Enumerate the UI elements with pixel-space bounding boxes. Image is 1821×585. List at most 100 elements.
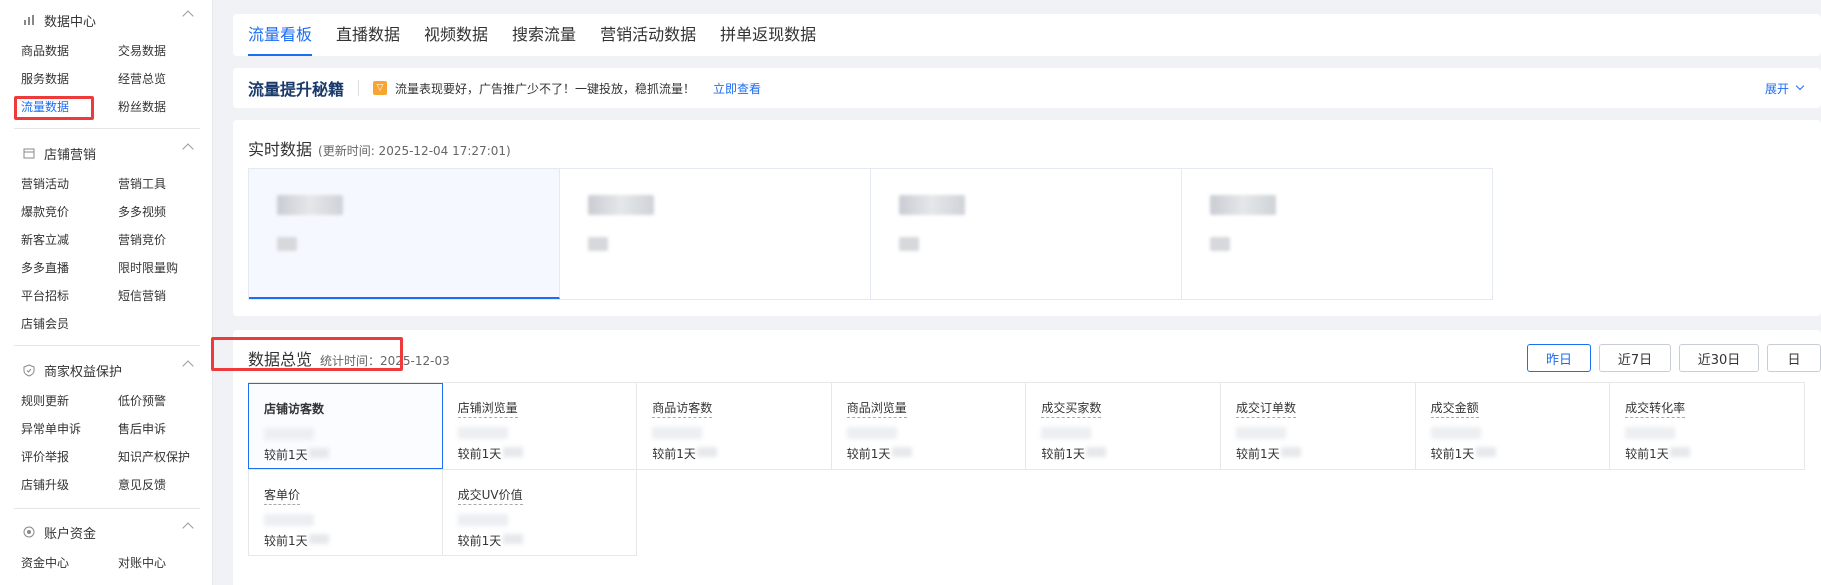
sidebar-item[interactable]: 新客立减: [21, 229, 118, 251]
sidebar-item-trade-data[interactable]: 交易数据: [118, 40, 212, 62]
metric-label: 成交金额: [1430, 399, 1479, 418]
sidebar-section-title: 数据中心: [44, 14, 97, 30]
blurred-value: [502, 534, 523, 544]
realtime-metric-card[interactable]: [249, 169, 560, 299]
sidebar-item[interactable]: 店铺升级: [21, 474, 118, 496]
sidebar-item[interactable]: 限时限量购: [118, 257, 212, 279]
sidebar-section-header[interactable]: 店铺营销: [0, 143, 212, 163]
blurred-value: [277, 237, 297, 251]
expand-label: 展开: [1764, 81, 1789, 96]
blurred-value: [309, 534, 329, 544]
sidebar-item[interactable]: 售后申诉: [118, 418, 212, 440]
highlight-box: [14, 96, 94, 120]
blurred-value: [457, 514, 508, 526]
metric-gmv[interactable]: 成交金额 较前1天: [1416, 383, 1611, 469]
metrics-grid: 店铺访客数 较前1天 店铺浏览量 较前1天 商品访客数 较前1天 商品浏览量 较…: [248, 382, 1805, 556]
metric-orders[interactable]: 成交订单数 较前1天: [1221, 383, 1416, 469]
sidebar-item[interactable]: 异常单申诉: [21, 418, 118, 440]
sidebar-item[interactable]: 营销竞价: [118, 229, 212, 251]
chevron-up-icon[interactable]: [182, 10, 194, 22]
sidebar-item[interactable]: 营销工具: [118, 173, 212, 195]
blurred-value: [697, 447, 718, 457]
chevron-up-icon[interactable]: [182, 360, 194, 372]
metric-label: 成交买家数: [1041, 399, 1102, 418]
sidebar-item[interactable]: 低价预警: [118, 390, 212, 412]
sidebar-item-product-data[interactable]: 商品数据: [21, 40, 118, 62]
tab-traffic-board[interactable]: 流量看板: [248, 14, 313, 56]
last-30-days-button[interactable]: 近30日: [1679, 344, 1759, 372]
tab-video-data[interactable]: 视频数据: [424, 14, 488, 56]
compare-label: 较前1天: [264, 534, 308, 548]
compare-label: 较前1天: [1041, 447, 1086, 461]
expand-button[interactable]: 展开: [1764, 80, 1805, 97]
yesterday-button[interactable]: 昨日: [1527, 344, 1591, 372]
blurred-value: [899, 237, 919, 251]
metric-store-visitors[interactable]: 店铺访客数 较前1天: [248, 383, 443, 469]
realtime-metric-card[interactable]: [560, 169, 871, 299]
day-button[interactable]: 日: [1767, 344, 1821, 372]
blurred-value: [899, 195, 965, 215]
sidebar-item[interactable]: 店铺会员: [21, 313, 118, 335]
chevron-up-icon[interactable]: [182, 522, 194, 534]
realtime-metric-card[interactable]: [871, 169, 1182, 299]
chevron-up-icon[interactable]: [182, 143, 194, 155]
sidebar-item[interactable]: 平台招标: [21, 285, 118, 307]
metric-store-pageviews[interactable]: 店铺浏览量 较前1天: [443, 383, 638, 469]
tab-group-cashback-data[interactable]: 拼单返现数据: [720, 14, 816, 56]
metric-uv-value[interactable]: 成交UV价值 较前1天: [442, 470, 638, 556]
realtime-metric-card[interactable]: [1182, 169, 1492, 299]
blurred-value: [891, 447, 912, 457]
sidebar-item[interactable]: 多多直播: [21, 257, 118, 279]
coin-icon: [22, 525, 36, 539]
sidebar-item[interactable]: 短信营销: [118, 285, 212, 307]
sidebar-item-fans-data[interactable]: 粉丝数据: [118, 96, 212, 118]
sidebar-item-business-overview[interactable]: 经营总览: [118, 68, 212, 90]
sidebar-item[interactable]: 爆款竞价: [21, 201, 118, 223]
realtime-metrics: [248, 168, 1493, 300]
sidebar-section-header[interactable]: 商家权益保护: [0, 360, 212, 380]
sidebar-item[interactable]: 营销活动: [21, 173, 118, 195]
sidebar-item[interactable]: 评价举报: [21, 446, 118, 468]
promo-banner: 流量提升秘籍 ▽ 流量表现要好，广告推广少不了！一键投放，稳抓流量！ 立即查看 …: [233, 68, 1821, 108]
last-7-days-button[interactable]: 近7日: [1599, 344, 1671, 372]
metric-buyers[interactable]: 成交买家数 较前1天: [1026, 383, 1221, 469]
divider: [14, 508, 200, 509]
blurred-value: [1235, 427, 1286, 439]
blurred-value: [588, 195, 654, 215]
sidebar-section-store-marketing: 店铺营销 营销活动 营销工具 爆款竞价 多多视频 新客立减 营销竞价 多多直播 …: [0, 143, 212, 335]
metric-avg-order-value[interactable]: 客单价 较前1天: [248, 470, 443, 556]
blurred-value: [277, 195, 343, 215]
sidebar-item[interactable]: 多多视频: [118, 201, 212, 223]
calendar-icon: [22, 146, 36, 160]
sidebar-section-merchant-protection: 商家权益保护 规则更新 低价预警 异常单申诉 售后申诉 评价举报 知识产权保护 …: [0, 360, 212, 496]
tab-marketing-data[interactable]: 营销活动数据: [600, 14, 696, 56]
blurred-value: [588, 237, 608, 251]
compare-label: 较前1天: [1235, 447, 1280, 461]
sidebar-item[interactable]: 规则更新: [21, 390, 118, 412]
compare-label: 较前1天: [264, 448, 308, 462]
sidebar-item[interactable]: 意见反馈: [118, 474, 212, 496]
sidebar-section-header[interactable]: 数据中心: [0, 10, 212, 30]
blurred-value: [1430, 427, 1481, 439]
tab-live-data[interactable]: 直播数据: [336, 14, 400, 56]
tab-bar: 流量看板 直播数据 视频数据 搜索流量 营销活动数据 拼单返现数据: [233, 14, 1821, 56]
metric-label: 成交订单数: [1235, 399, 1296, 418]
compare-label: 较前1天: [846, 447, 891, 461]
metric-label: 成交UV价值: [457, 486, 523, 505]
sidebar-item-service-data[interactable]: 服务数据: [21, 68, 118, 90]
sidebar-item[interactable]: 资金中心: [21, 552, 118, 574]
compare-label: 较前1天: [1625, 447, 1669, 461]
metric-conversion-rate[interactable]: 成交转化率 较前1天: [1610, 383, 1805, 469]
sidebar-item[interactable]: 知识产权保护: [118, 446, 212, 468]
blurred-value: [1670, 447, 1691, 457]
tab-search-traffic[interactable]: 搜索流量: [512, 14, 576, 56]
blurred-value: [1086, 447, 1107, 457]
compare-label: 较前1天: [652, 447, 696, 461]
view-now-link[interactable]: 立即查看: [713, 80, 761, 97]
metric-product-visitors[interactable]: 商品访客数 较前1天: [637, 383, 832, 469]
sidebar-item[interactable]: 对账中心: [118, 552, 212, 574]
sidebar-section-title: 账户资金: [44, 526, 97, 542]
date-range-selector: 昨日 近7日 近30日 日: [1519, 344, 1821, 372]
sidebar-section-header[interactable]: 账户资金: [0, 522, 212, 542]
metric-product-pageviews[interactable]: 商品浏览量 较前1天: [832, 383, 1027, 469]
